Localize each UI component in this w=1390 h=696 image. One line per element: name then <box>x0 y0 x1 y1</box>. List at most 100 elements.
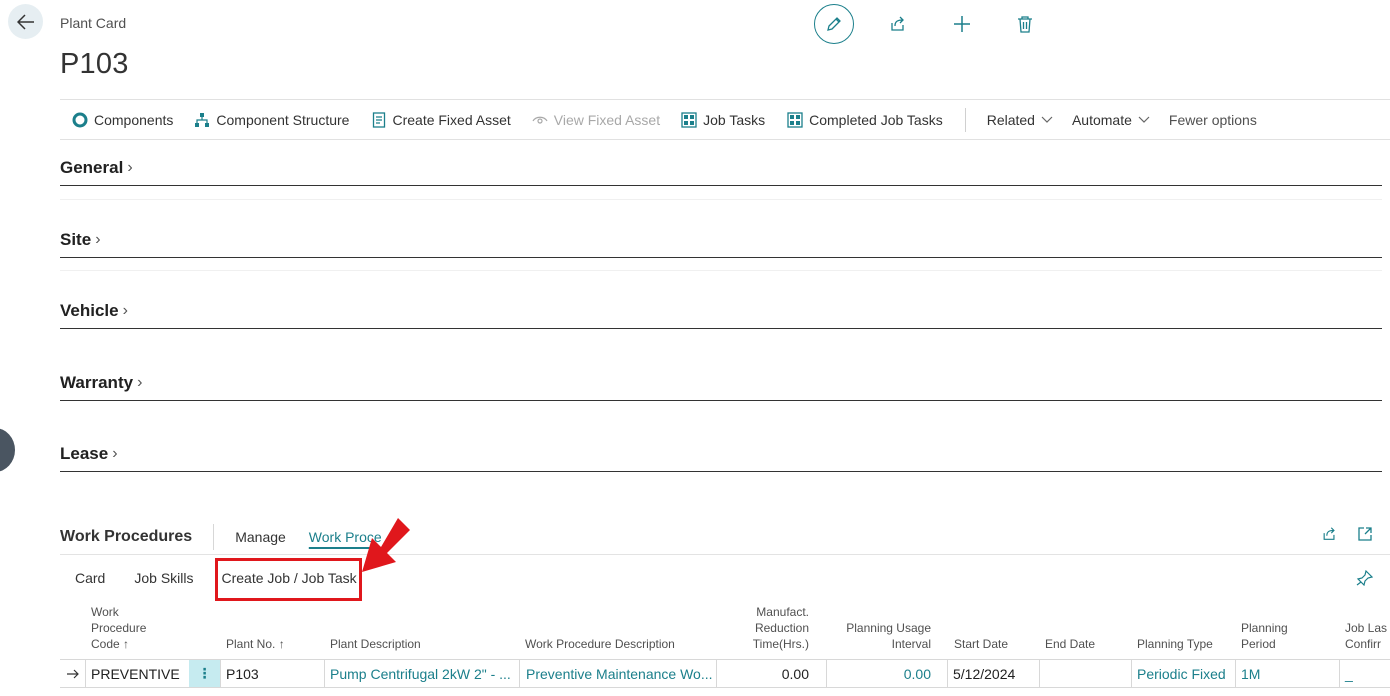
expand-button[interactable] <box>1357 526 1373 547</box>
header-text: Period <box>1241 637 1276 651</box>
breadcrumb: Plant Card <box>60 15 127 31</box>
action-bar-divider <box>964 107 966 132</box>
job-tasks-label: Job Tasks <box>703 111 766 128</box>
component-structure-label: Component Structure <box>216 111 350 128</box>
header-text: Time(Hrs.) <box>752 637 809 651</box>
delete-button[interactable] <box>1013 12 1037 36</box>
part-divider <box>60 554 1390 555</box>
cell-end-date[interactable] <box>1039 660 1131 687</box>
col-end-date[interactable]: End Date <box>1045 636 1095 652</box>
fasttab-lease-title: Lease <box>60 444 109 463</box>
page-title: P103 <box>60 48 129 80</box>
chevron-down-icon <box>1041 116 1053 123</box>
cell-planning-type[interactable]: Periodic Fixed <box>1131 660 1235 687</box>
edit-button[interactable] <box>814 4 854 44</box>
col-plant-no[interactable]: Plant No. ↑ <box>226 636 285 652</box>
part-header-divider <box>213 524 215 550</box>
row-arrow-icon <box>60 660 85 687</box>
cell-start-date[interactable]: 5/12/2024 <box>947 660 1039 687</box>
fewer-options-label: Fewer options <box>1168 111 1257 128</box>
cell-work-procedure-description[interactable]: Preventive Maintenance Wo... <box>520 660 716 687</box>
header-text: Interval <box>891 637 931 651</box>
col-work-procedure-code[interactable]: Work Procedure Code ↑ <box>91 604 146 652</box>
col-work-procedure-description[interactable]: Work Procedure Description <box>525 636 675 652</box>
job-tasks-action[interactable]: Job Tasks <box>681 112 765 128</box>
header-text: Planning Usage <box>846 621 931 635</box>
eye-icon <box>532 116 548 124</box>
cell-work-procedure-code[interactable]: PREVENTIVE <box>85 660 188 687</box>
header-text: Planning <box>1241 621 1288 635</box>
top-actions <box>814 4 1037 44</box>
fasttab-warranty-title: Warranty <box>60 373 134 392</box>
header-text: Manufact. <box>756 605 809 619</box>
side-panel-toggle[interactable] <box>0 428 15 472</box>
table-row[interactable]: PREVENTIVE ⋮ P103 Pump Centrifugal 2kW 2… <box>60 659 1390 688</box>
part-share-button[interactable] <box>1321 526 1338 547</box>
pin-icon <box>1356 569 1374 587</box>
header-text: Procedure <box>91 621 147 635</box>
fasttab-warranty[interactable]: Warranty › <box>60 373 1382 401</box>
component-icon <box>72 112 88 127</box>
create-fixed-asset-action[interactable]: Create Fixed Asset <box>372 111 511 128</box>
components-action[interactable]: Components <box>72 112 173 128</box>
back-button[interactable] <box>8 4 43 39</box>
chevron-right-icon: › <box>95 231 101 248</box>
work-procedures-header: Work Procedures Manage Work Proce <box>60 520 1390 554</box>
header-text: Code ↑ <box>91 637 130 651</box>
share-button[interactable] <box>886 12 910 36</box>
fewer-options-button[interactable]: Fewer options <box>1169 112 1257 128</box>
fasttab-general[interactable]: General › <box>60 158 1382 186</box>
chevron-right-icon: › <box>112 445 118 462</box>
cell-manufact-reduction[interactable]: 0.00 <box>716 660 815 687</box>
create-fixed-asset-label: Create Fixed Asset <box>392 111 511 128</box>
chevron-right-icon: › <box>127 159 133 176</box>
chevron-right-icon: › <box>122 302 128 319</box>
fasttab-vehicle[interactable]: Vehicle › <box>60 301 1382 329</box>
grid-header: Work Procedure Code ↑ Plant No. ↑ Plant … <box>60 600 1390 658</box>
chevron-down-icon <box>1138 116 1150 123</box>
completed-job-tasks-label: Completed Job Tasks <box>809 111 943 128</box>
automate-label: Automate <box>1071 111 1132 128</box>
share-icon <box>1323 527 1335 540</box>
view-fixed-asset-action[interactable]: View Fixed Asset <box>532 112 660 128</box>
plus-icon <box>954 16 970 32</box>
job-skills-action[interactable]: Job Skills <box>134 570 193 586</box>
col-planning-period[interactable]: Planning Period <box>1241 620 1288 652</box>
col-planning-type[interactable]: Planning Type <box>1137 636 1213 652</box>
fasttab-site[interactable]: Site › <box>60 230 1382 258</box>
hierarchy-icon <box>195 112 210 127</box>
trash-icon <box>1018 16 1032 33</box>
cell-plant-description[interactable]: Pump Centrifugal 2kW 2" - ... <box>324 660 519 687</box>
cell-plant-no[interactable]: P103 <box>220 660 324 687</box>
divider <box>60 199 1382 200</box>
share-icon <box>891 16 904 31</box>
automate-menu[interactable]: Automate <box>1072 112 1150 128</box>
arrow-left-icon <box>16 13 34 30</box>
related-menu[interactable]: Related <box>987 112 1053 128</box>
header-text: Work <box>91 605 119 619</box>
tab-manage[interactable]: Manage <box>235 529 286 545</box>
card-action[interactable]: Card <box>75 570 105 586</box>
fasttab-general-title: General <box>60 158 124 177</box>
cell-planning-usage-interval[interactable]: 0.00 <box>826 660 937 687</box>
col-plant-description[interactable]: Plant Description <box>330 636 421 652</box>
part-title: Work Procedures <box>60 528 193 545</box>
new-button[interactable] <box>950 12 974 36</box>
row-menu-button[interactable]: ⋮ <box>189 660 220 687</box>
col-planning-usage-interval[interactable]: Planning Usage Interval <box>830 620 931 652</box>
col-start-date[interactable]: Start Date <box>954 636 1008 652</box>
components-label: Components <box>94 111 174 128</box>
component-structure-action[interactable]: Component Structure <box>194 112 349 128</box>
col-manufact-reduction[interactable]: Manufact. Reduction Time(Hrs.) <box>730 604 809 652</box>
col-job-last-confirmed[interactable]: Job Las Confirr <box>1345 620 1387 652</box>
pencil-icon <box>827 17 841 31</box>
task-grid-icon <box>681 111 697 128</box>
related-label: Related <box>986 111 1035 128</box>
completed-job-tasks-action[interactable]: Completed Job Tasks <box>787 112 943 128</box>
personalize-button[interactable] <box>1356 569 1374 591</box>
cell-job-last-confirmed[interactable]: _ <box>1339 660 1390 687</box>
fasttab-lease[interactable]: Lease › <box>60 444 1382 472</box>
document-icon <box>373 111 386 128</box>
divider <box>60 270 1382 271</box>
cell-planning-period[interactable]: 1M <box>1235 660 1339 687</box>
